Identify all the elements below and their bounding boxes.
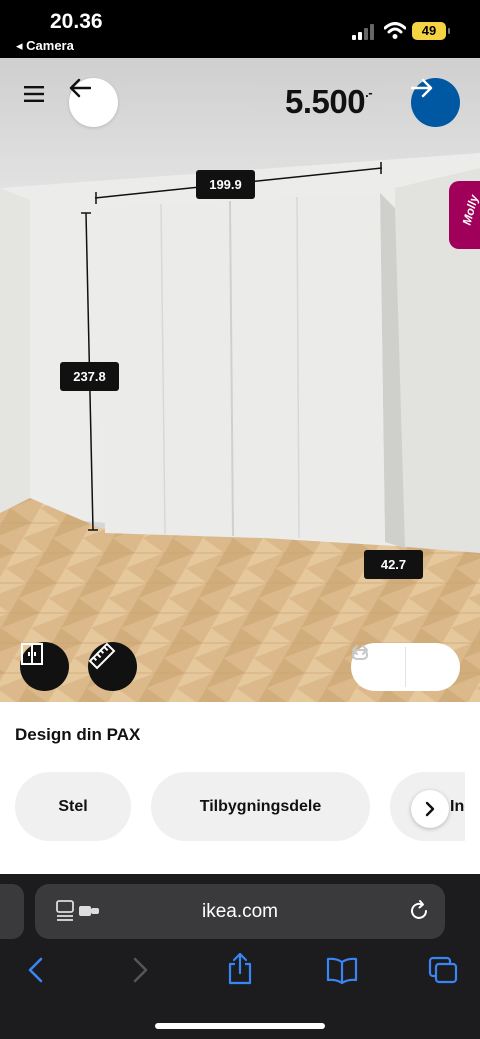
undo-redo-divider xyxy=(405,647,406,687)
panel-heading: Design din PAX xyxy=(15,725,141,744)
price-suffix: .- xyxy=(365,85,373,100)
url-text: ikea.com xyxy=(201,901,279,922)
room-3d-view[interactable]: 5.500.- Molly 199.9 237.8 42.7 xyxy=(0,58,480,702)
ruler-icon xyxy=(88,642,116,670)
chevron-right-icon xyxy=(425,801,435,817)
wifi-icon xyxy=(384,22,406,39)
molly-assistant-tab[interactable]: Molly xyxy=(449,181,480,249)
tabs-icon[interactable] xyxy=(428,956,458,984)
home-indicator xyxy=(155,1023,325,1029)
redo-button[interactable] xyxy=(352,643,461,691)
price-value: 5.500 xyxy=(285,83,366,120)
previous-tab-peek[interactable] xyxy=(0,884,24,939)
browser-forward-icon[interactable] xyxy=(130,956,150,984)
bookmarks-icon[interactable] xyxy=(326,956,358,984)
view-toggle-button[interactable] xyxy=(20,642,69,691)
next-button[interactable] xyxy=(411,78,460,127)
scroll-right-button[interactable] xyxy=(411,790,449,828)
depth-dimension-label[interactable]: 42.7 xyxy=(364,550,423,579)
clock: 20.36 xyxy=(50,10,103,33)
redo-icon xyxy=(352,645,368,660)
undo-redo-group xyxy=(351,643,460,691)
back-to-camera-link[interactable]: ◂ Camera xyxy=(16,38,74,54)
arrow-right-icon xyxy=(411,78,433,98)
measure-button[interactable] xyxy=(88,642,137,691)
battery-indicator: 49 xyxy=(412,22,450,40)
width-dimension-label[interactable]: 199.9 xyxy=(196,170,255,199)
browser-toolbar: ikea.com xyxy=(0,874,480,1039)
cellular-signal-icon xyxy=(352,24,374,40)
wardrobe-doors-icon xyxy=(21,643,43,665)
status-bar: 20.36 ◂ Camera 49 xyxy=(0,0,480,58)
browser-back-icon[interactable] xyxy=(26,956,46,984)
menu-button[interactable] xyxy=(24,86,64,126)
hamburger-icon xyxy=(24,86,44,102)
design-panel: Design din PAX Stel Tilbygningsdele Ind xyxy=(0,702,480,874)
height-dimension-label[interactable]: 237.8 xyxy=(60,362,119,391)
share-icon[interactable] xyxy=(226,952,254,986)
category-tilbygningsdele[interactable]: Tilbygningsdele xyxy=(151,772,370,841)
category-stel[interactable]: Stel xyxy=(15,772,131,841)
back-button[interactable] xyxy=(69,78,118,127)
arrow-left-icon xyxy=(69,78,91,98)
address-bar[interactable]: ikea.com xyxy=(35,884,445,939)
total-price: 5.500.- xyxy=(285,83,373,121)
molly-label: Molly xyxy=(459,193,480,227)
reload-icon[interactable] xyxy=(407,899,431,923)
